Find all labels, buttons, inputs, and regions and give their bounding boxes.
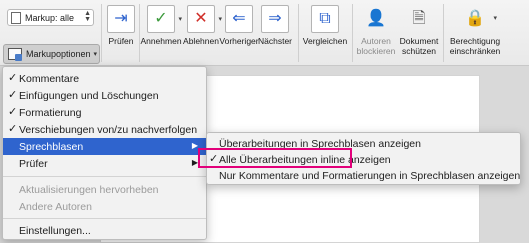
ablehnen-label: Ablehnen xyxy=(183,36,219,46)
markup-options-button[interactable]: Markupoptionen ▾ xyxy=(3,44,100,64)
vergleichen-label: Vergleichen xyxy=(302,36,348,46)
restrict-permission-icon: 🔒 ▾ xyxy=(465,10,497,27)
menu-item-label: Formatierung xyxy=(19,106,82,119)
block-authors-icon: 👤 xyxy=(366,10,386,27)
markup-options-label: Markupoptionen xyxy=(26,49,91,59)
dokument-schuetzen-label: Dokument schützen xyxy=(399,36,439,56)
menu-item-label: Prüfer xyxy=(19,157,48,170)
checkmark-icon: ✓ xyxy=(8,72,18,84)
annehmen-label: Annehmen xyxy=(140,36,182,46)
naechster-button[interactable]: ⇒ Nächster xyxy=(257,5,293,65)
menu-item-formatierung[interactable]: ✓ Formatierung xyxy=(3,104,206,121)
track-changes-icon: ⇥ xyxy=(107,5,135,33)
submenu-item-nur-kommentare[interactable]: Nur Kommentare und Formatierungen in Spr… xyxy=(207,167,520,184)
vorheriger-label: Vorheriger xyxy=(219,36,259,46)
dokument-schuetzen-button[interactable]: 🗎 Dokument schützen xyxy=(397,5,441,65)
menu-item-verschiebungen[interactable]: ✓ Verschiebungen von/zu nachverfolgen xyxy=(3,121,206,138)
autoren-blockieren-label: Autoren blockieren xyxy=(356,36,396,56)
document-icon xyxy=(11,11,21,24)
markup-display-select[interactable]: Markup: alle ▲ ▼ xyxy=(7,9,94,26)
menu-item-label: Sprechblasen xyxy=(19,140,84,153)
pruefen-button[interactable]: ⇥ Prüfen xyxy=(106,5,136,65)
menu-item-kommentare[interactable]: ✓ Kommentare xyxy=(3,70,206,87)
checkmark-icon: ✓ xyxy=(8,89,18,101)
vorheriger-button[interactable]: ⇐ Vorheriger xyxy=(219,5,259,65)
select-stepper-icon: ▲ ▼ xyxy=(84,10,91,23)
autoren-blockieren-button[interactable]: 👤 Autoren blockieren xyxy=(353,5,399,65)
ribbon-divider xyxy=(443,4,444,62)
submenu-item-label: Nur Kommentare und Formatierungen in Spr… xyxy=(219,169,521,182)
callout-highlight-box xyxy=(198,148,352,168)
menu-item-einstellungen[interactable]: Einstellungen... xyxy=(3,222,206,239)
menu-item-label: Andere Autoren xyxy=(19,200,92,213)
annehmen-button[interactable]: ✓ ▾ Annehmen xyxy=(140,5,182,65)
chevron-down-icon: ▾ xyxy=(93,51,98,58)
berechtigung-label: Berechtigung einschränken xyxy=(449,36,501,56)
menu-separator xyxy=(3,176,206,177)
menu-item-label: Verschiebungen von/zu nachverfolgen xyxy=(19,123,198,136)
next-arrow-icon: ⇒ xyxy=(261,5,289,33)
compare-icon: ⧉ xyxy=(311,5,339,33)
ribbon-divider xyxy=(101,4,102,62)
checkmark-icon: ✓ xyxy=(8,106,18,118)
menu-item-label: Aktualisierungen hervorheben xyxy=(19,183,159,196)
reject-x-icon: ✕ ▾ xyxy=(187,5,222,33)
naechster-label: Nächster xyxy=(257,36,292,46)
menu-item-pruefer[interactable]: Prüfer ▶ xyxy=(3,155,206,172)
menu-item-aktualisierungen[interactable]: Aktualisierungen hervorheben xyxy=(3,181,206,198)
ribbon-divider xyxy=(139,4,140,62)
berechtigung-button[interactable]: 🔒 ▾ Berechtigung einschränken xyxy=(446,5,504,65)
menu-separator xyxy=(3,218,206,219)
menu-item-label: Einfügungen und Löschungen xyxy=(19,89,159,102)
previous-arrow-icon: ⇐ xyxy=(225,5,253,33)
menu-item-einfuegungen[interactable]: ✓ Einfügungen und Löschungen xyxy=(3,87,206,104)
checkmark-icon: ✓ xyxy=(8,123,18,135)
review-ribbon: Markup: alle ▲ ▼ Markupoptionen ▾ ⇥ Prüfe… xyxy=(0,0,529,66)
markup-options-icon xyxy=(8,48,22,61)
menu-item-label: Einstellungen... xyxy=(19,224,91,237)
pruefen-label: Prüfen xyxy=(108,36,134,46)
ablehnen-button[interactable]: ✕ ▾ Ablehnen xyxy=(182,5,222,65)
menu-item-label: Kommentare xyxy=(19,72,80,85)
menu-item-sprechblasen[interactable]: Sprechblasen ▶ xyxy=(3,138,206,155)
markup-select-value: Markup: alle xyxy=(25,12,75,23)
ribbon-divider xyxy=(298,4,299,62)
markup-options-menu: ✓ Kommentare ✓ Einfügungen und Löschunge… xyxy=(2,66,207,240)
vergleichen-button[interactable]: ⧉ Vergleichen xyxy=(301,5,349,65)
menu-item-andere-autoren[interactable]: Andere Autoren xyxy=(3,198,206,215)
protect-document-icon: 🗎 xyxy=(412,10,426,27)
accept-check-icon: ✓ ▾ xyxy=(147,5,182,33)
